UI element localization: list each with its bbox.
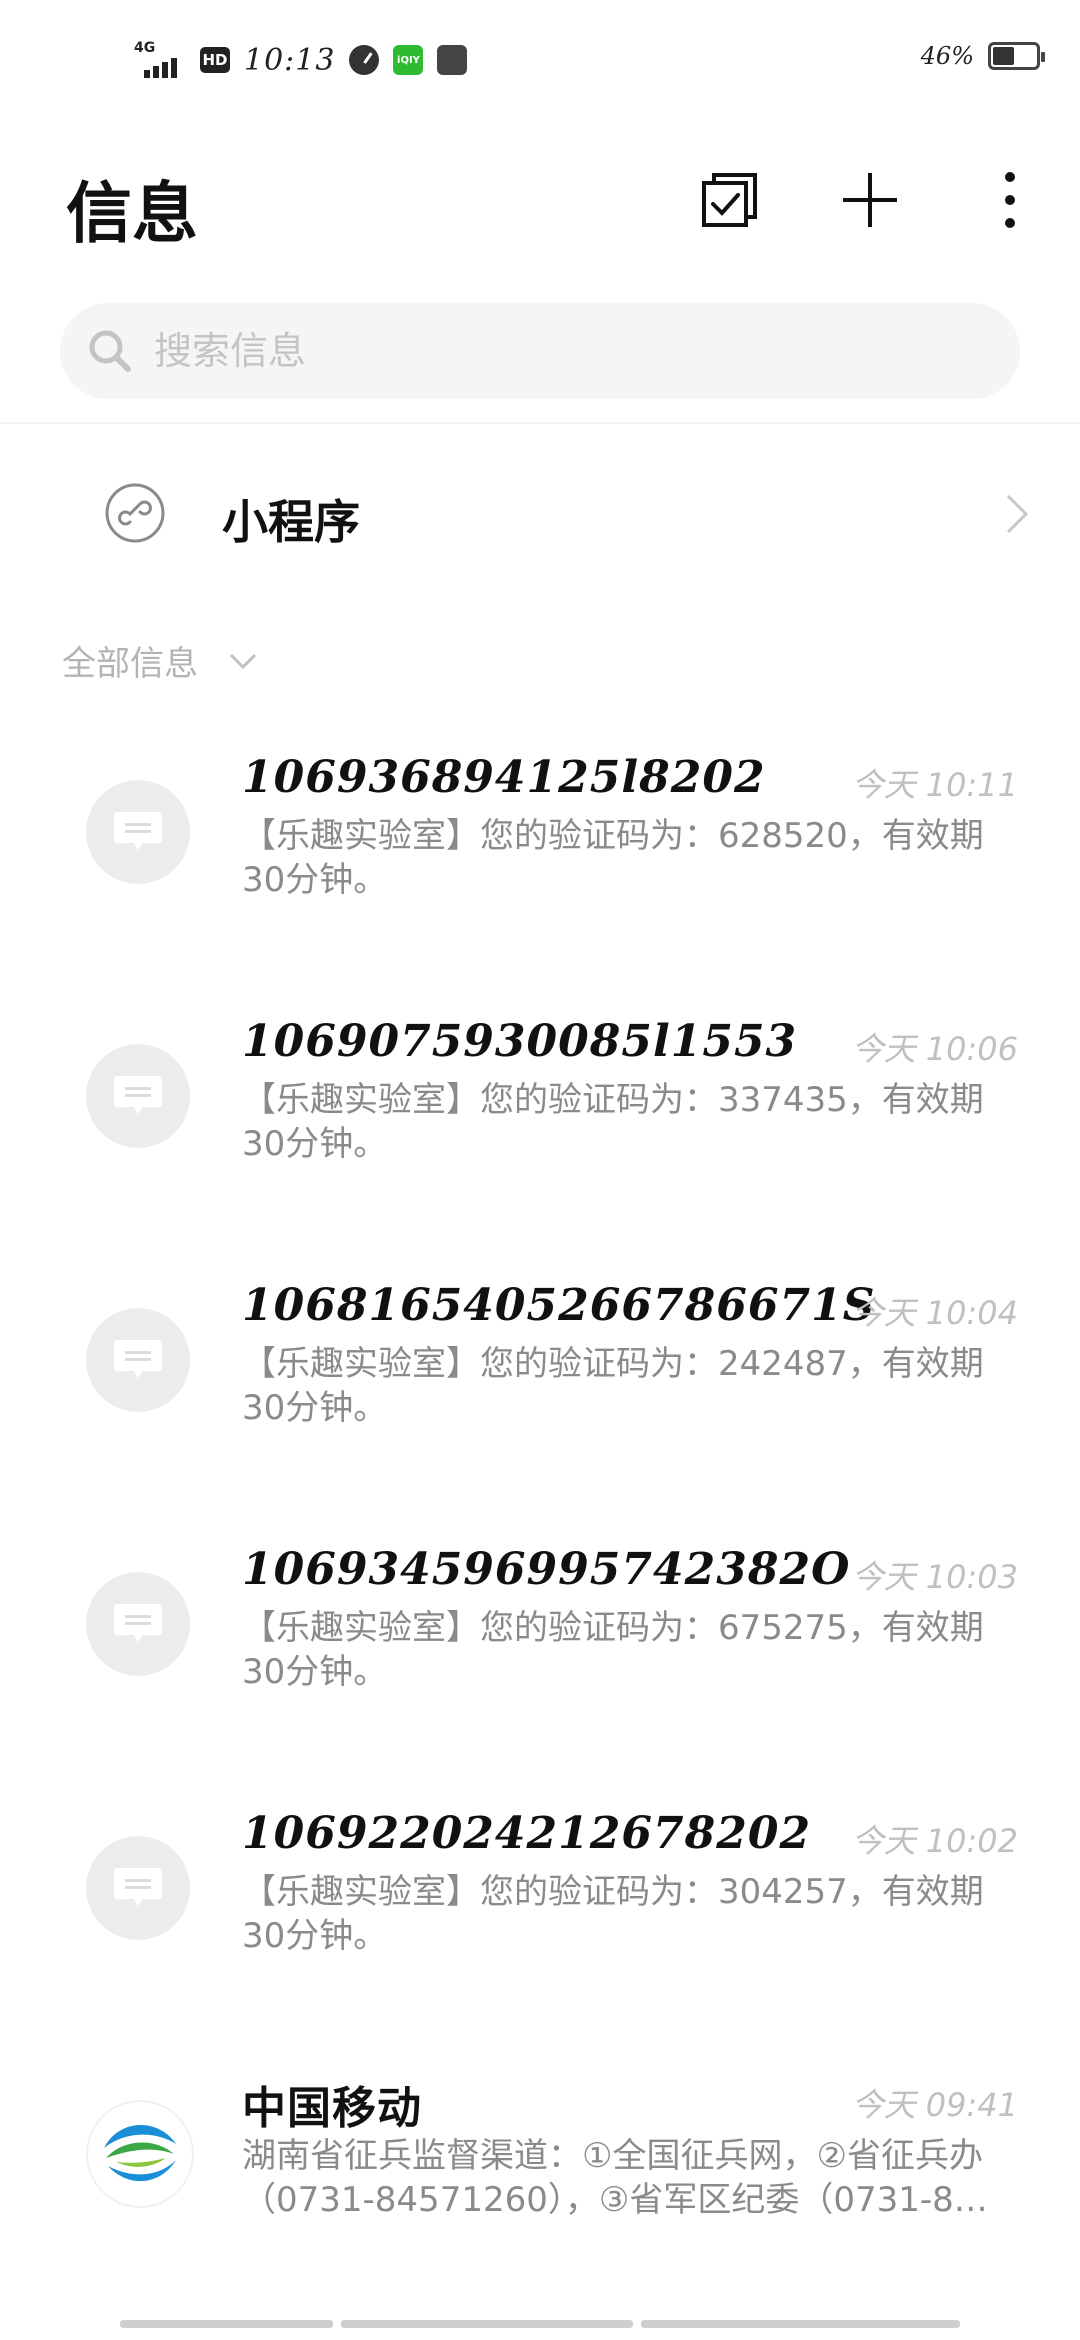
battery-percent: 46% [920, 42, 974, 70]
more-vertical-icon [1005, 172, 1015, 228]
speedometer-icon [349, 45, 380, 75]
more-options-button[interactable] [980, 170, 1040, 230]
status-bar: 4G HD 10:13 iQIY 46% [0, 0, 1080, 110]
iqiyi-icon: iQIY [393, 45, 424, 75]
search-icon [86, 327, 134, 375]
chat-bubble-icon [114, 1076, 162, 1114]
message-sender: 106934596995742382O [242, 1544, 851, 1595]
message-item[interactable]: 中国移动 今天 09:41 湖南省征兵监督渠道：①全国征兵网，②省征兵办（073… [0, 2060, 1080, 2324]
message-preview: 【乐趣实验室】您的验证码为：242487，有效期30分钟。 [242, 1344, 984, 1428]
message-item[interactable]: 1068165405266786671S 今天 10:04 【乐趣实验室】您的验… [0, 1268, 1080, 1532]
mini-program-icon [105, 483, 165, 543]
divider [0, 422, 1080, 424]
bottom-indicator [120, 2320, 960, 2328]
battery-icon [988, 42, 1045, 70]
signal-icon: 4G [134, 40, 186, 80]
message-item[interactable]: 106922024212678202 今天 10:02 【乐趣实验室】您的验证码… [0, 1796, 1080, 2060]
message-avatar [86, 780, 190, 884]
message-preview: 【乐趣实验室】您的验证码为：304257，有效期30分钟。 [242, 1872, 984, 1956]
message-time: 今天 10:04 [851, 1294, 1018, 1332]
message-avatar [86, 1308, 190, 1412]
page-title: 信息 [66, 174, 198, 252]
message-time: 今天 09:41 [851, 2086, 1018, 2124]
message-avatar [86, 1836, 190, 1940]
status-left: 4G HD 10:13 iQIY [134, 36, 468, 84]
multi-select-button[interactable] [700, 170, 760, 230]
app-header: 信息 [0, 160, 1080, 260]
message-preview: 湖南省征兵监督渠道：①全国征兵网，②省征兵办（0731-84571260），③省… [242, 2136, 988, 2220]
message-item[interactable]: 1069075930085l1553 今天 10:06 【乐趣实验室】您的验证码… [0, 1004, 1080, 1268]
filter-label: 全部信息 [62, 644, 198, 684]
message-sender: 106922024212678202 [242, 1808, 812, 1859]
hd-icon: HD [200, 47, 230, 73]
message-preview: 【乐趣实验室】您的验证码为：675275，有效期30分钟。 [242, 1608, 984, 1692]
chat-bubble-icon [114, 1604, 162, 1642]
filter-dropdown[interactable]: 全部信息 [62, 636, 258, 685]
network-type: 4G [134, 40, 156, 56]
chat-bubble-icon [114, 812, 162, 850]
mini-program-row[interactable]: 小程序 [0, 458, 1080, 568]
message-sender: 1069075930085l1553 [242, 1016, 798, 1067]
message-avatar [86, 1572, 190, 1676]
message-item[interactable]: 106936894125l8202 今天 10:11 【乐趣实验室】您的验证码为… [0, 740, 1080, 1004]
china-mobile-logo-icon [104, 2124, 176, 2182]
message-sender: 106936894125l8202 [242, 752, 766, 803]
app-notification-icon [437, 45, 468, 75]
mini-program-label: 小程序 [222, 495, 360, 549]
chat-bubble-icon [114, 1340, 162, 1378]
message-time: 今天 10:11 [851, 766, 1018, 804]
header-actions [700, 170, 1040, 230]
new-message-button[interactable] [840, 170, 900, 230]
message-avatar [86, 2100, 194, 2208]
message-sender: 中国移动 [242, 2083, 422, 2134]
chevron-down-icon [229, 653, 257, 669]
message-preview: 【乐趣实验室】您的验证码为：337435，有效期30分钟。 [242, 1080, 984, 1164]
checkbox-select-icon [702, 173, 757, 227]
status-time: 10:13 [244, 42, 336, 78]
chat-bubble-icon [114, 1868, 162, 1906]
search-input[interactable] [152, 328, 956, 374]
message-avatar [86, 1044, 190, 1148]
message-time: 今天 10:06 [851, 1030, 1018, 1068]
message-sender: 1068165405266786671S [242, 1280, 876, 1331]
message-time: 今天 10:03 [851, 1558, 1018, 1596]
plus-icon [843, 173, 897, 227]
status-right: 46% [920, 42, 1045, 70]
message-time: 今天 10:02 [851, 1822, 1018, 1860]
message-item[interactable]: 106934596995742382O 今天 10:03 【乐趣实验室】您的验证… [0, 1532, 1080, 1796]
search-bar[interactable] [60, 303, 1020, 399]
chevron-right-icon [1006, 494, 1029, 534]
message-list: 106936894125l8202 今天 10:11 【乐趣实验室】您的验证码为… [0, 740, 1080, 2324]
message-preview: 【乐趣实验室】您的验证码为：628520，有效期30分钟。 [242, 816, 984, 900]
